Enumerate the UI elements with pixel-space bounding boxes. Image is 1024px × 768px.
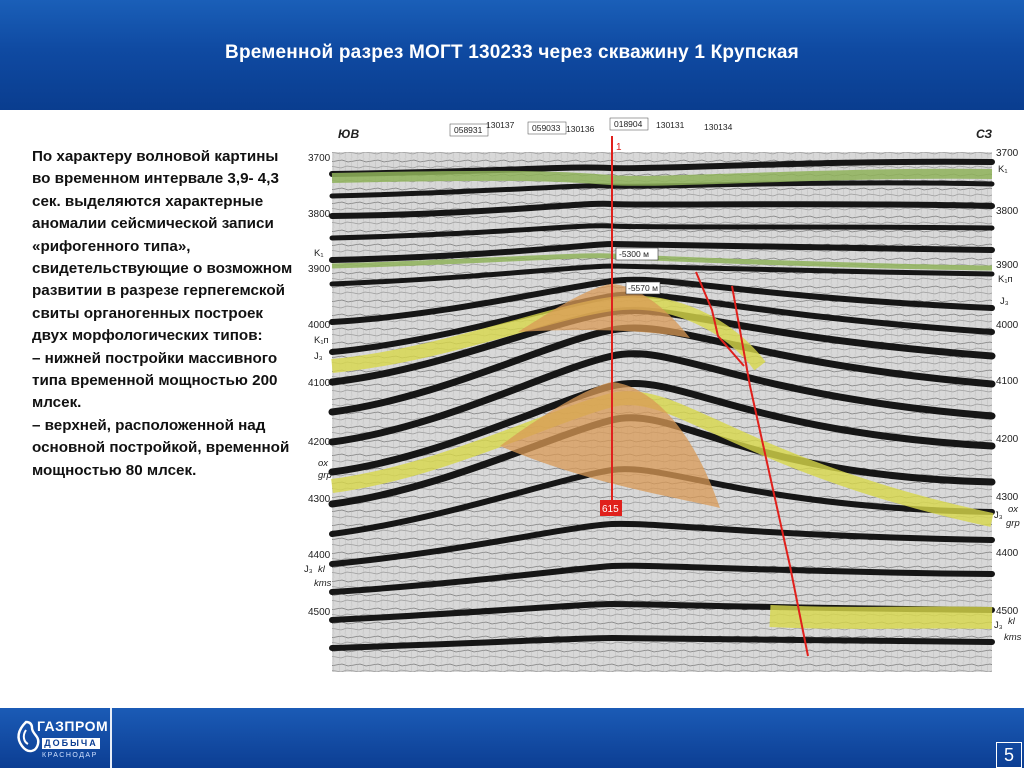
bottom-label: 615 <box>602 504 619 515</box>
svg-text:4300: 4300 <box>996 492 1019 503</box>
time-axis-right: 3700 3800 3900 4000 4100 4200 4300 4400 … <box>996 148 1019 617</box>
time-axis-left: 3700 3800 3900 4000 4100 4200 4300 4400 … <box>308 153 331 618</box>
svg-text:130136: 130136 <box>566 124 595 134</box>
horizon-labels-left: K₁ K₁п J₃ ox grp J₃ kl kms <box>304 248 332 589</box>
page-title: Временной разрез МОГТ 130233 через скваж… <box>225 42 799 63</box>
svg-text:130131: 130131 <box>656 120 685 130</box>
svg-text:J₃: J₃ <box>1000 296 1009 307</box>
svg-text:J₃: J₃ <box>994 620 1003 631</box>
paragraph-lower: – нижней постройки массивного типа време… <box>32 349 278 412</box>
svg-text:kms: kms <box>314 578 332 589</box>
svg-text:4100: 4100 <box>308 378 331 389</box>
yellow-horizon-kms <box>769 605 993 629</box>
logo-subtitle: ДОБЫЧА <box>42 738 100 749</box>
svg-text:058931: 058931 <box>454 125 483 135</box>
svg-text:ox: ox <box>318 458 329 469</box>
svg-text:K₁: K₁ <box>998 164 1008 175</box>
direction-left: ЮВ <box>338 127 360 141</box>
svg-text:K₁п: K₁п <box>998 274 1013 285</box>
svg-text:ox: ox <box>1008 504 1019 515</box>
logo-text: ГАЗПРОМ <box>37 718 109 734</box>
depth-label-5570: -5570 м <box>628 283 658 293</box>
svg-text:130134: 130134 <box>704 122 733 132</box>
svg-text:J₃: J₃ <box>314 351 323 362</box>
svg-text:J₃: J₃ <box>304 564 313 575</box>
svg-text:4000: 4000 <box>996 320 1019 331</box>
svg-text:3800: 3800 <box>308 209 331 220</box>
svg-text:kl: kl <box>1008 616 1016 627</box>
svg-text:4500: 4500 <box>308 607 331 618</box>
svg-text:grp: grp <box>318 470 332 481</box>
svg-text:3900: 3900 <box>308 264 331 275</box>
depth-label-5300: -5300 м <box>619 249 649 259</box>
paragraph-main: По характеру волновой картины во временн… <box>32 148 293 345</box>
svg-text:J₃: J₃ <box>994 510 1003 521</box>
svg-text:K₁п: K₁п <box>314 335 329 346</box>
svg-text:3700: 3700 <box>308 153 331 164</box>
svg-text:grp: grp <box>1006 518 1020 529</box>
svg-text:3800: 3800 <box>996 206 1019 217</box>
svg-text:3900: 3900 <box>996 260 1019 271</box>
direction-right: СЗ <box>976 127 992 141</box>
svg-text:059033: 059033 <box>532 123 561 133</box>
svg-text:4300: 4300 <box>308 494 331 505</box>
well-number: 1 <box>616 142 622 153</box>
footer-bar <box>0 708 1024 768</box>
svg-text:4100: 4100 <box>996 376 1019 387</box>
svg-text:4200: 4200 <box>996 434 1019 445</box>
horizon-labels-right: K₁ K₁п J₃ J₃ ox grp J₃ kl kms <box>994 164 1022 643</box>
svg-text:130137: 130137 <box>486 120 515 130</box>
line-labels: 058931 130137 059033 130136 018904 13013… <box>449 117 733 137</box>
logo-city: КРАСНОДАР <box>42 752 98 759</box>
svg-text:4200: 4200 <box>308 437 331 448</box>
svg-text:4000: 4000 <box>308 320 331 331</box>
svg-text:018904: 018904 <box>614 119 643 129</box>
footer-divider <box>110 708 112 768</box>
svg-text:4400: 4400 <box>996 548 1019 559</box>
description-text: По характеру волновой картины во временн… <box>32 146 300 482</box>
seismic-section-image: -5300 м -5570 м 615 1 058931 130137 0590… <box>304 117 1022 672</box>
svg-text:kms: kms <box>1004 632 1022 643</box>
page-number: 5 <box>996 742 1022 768</box>
svg-text:K₁: K₁ <box>314 248 324 259</box>
paragraph-upper: – верхней, расположенной над основной по… <box>32 416 290 479</box>
svg-text:4400: 4400 <box>308 550 331 561</box>
svg-text:kl: kl <box>318 564 326 575</box>
svg-text:3700: 3700 <box>996 148 1019 159</box>
